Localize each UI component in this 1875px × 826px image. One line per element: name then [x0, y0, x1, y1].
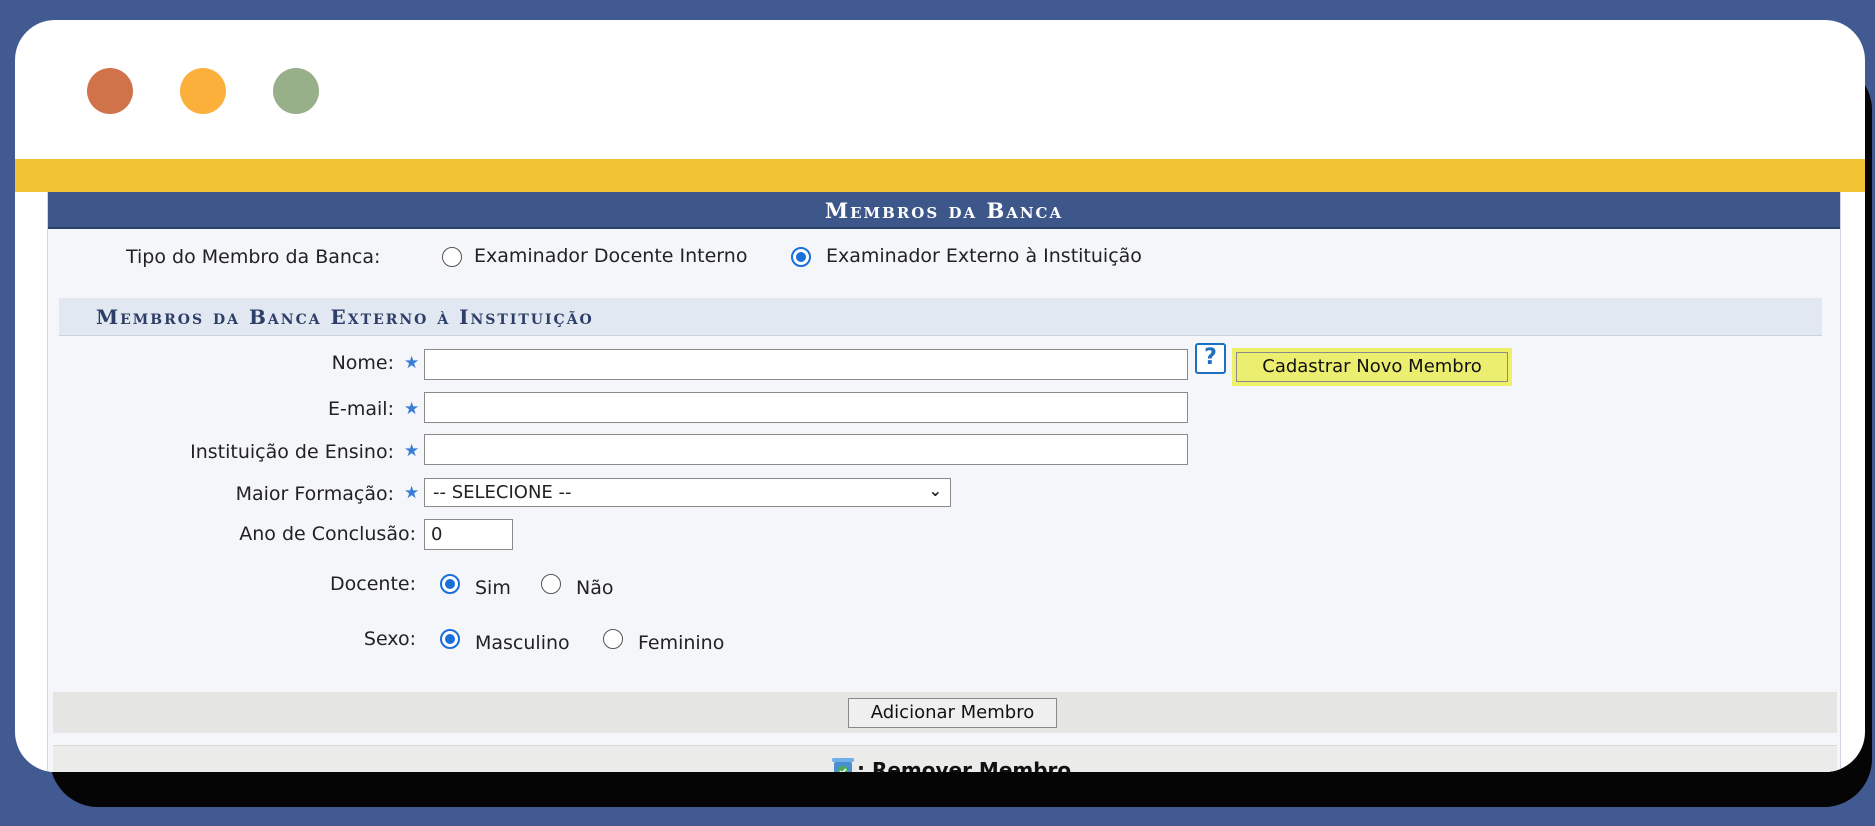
window-close-dot[interactable] — [87, 68, 133, 114]
radio-externo[interactable] — [791, 247, 811, 267]
window-maximize-dot[interactable] — [273, 68, 319, 114]
form-footer: Adicionar Membro — [53, 692, 1837, 733]
radio-docente-interno[interactable] — [442, 247, 462, 267]
membros-panel: Membros da Banca Tipo do Membro da Banca… — [47, 192, 1841, 772]
required-star-icon: ★ — [404, 399, 420, 419]
window-minimize-dot[interactable] — [180, 68, 226, 114]
email-input[interactable] — [424, 392, 1188, 423]
radio-sexo-masculino-label: Masculino — [475, 632, 570, 654]
radio-sexo-masculino[interactable] — [440, 629, 460, 649]
subsection-title: Membros da Banca Externo à Instituição — [96, 305, 594, 329]
radio-docente-nao-label: Não — [576, 577, 614, 599]
ano-conclusao-input[interactable] — [424, 519, 513, 550]
adicionar-membro-button[interactable]: Adicionar Membro — [848, 698, 1057, 728]
panel-title: Membros da Banca — [48, 192, 1840, 229]
cadastrar-novo-membro-button[interactable]: Cadastrar Novo Membro — [1236, 352, 1508, 382]
instituicao-input[interactable] — [424, 434, 1188, 465]
radio-sexo-feminino-label: Feminino — [638, 632, 725, 654]
radio-externo-label: Examinador Externo à Instituição — [826, 245, 1142, 267]
chevron-down-icon: ⌄ — [928, 481, 942, 500]
required-star-icon: ★ — [404, 441, 420, 461]
legend-bar: : Remover Membro — [53, 745, 1837, 772]
formacao-selected-value: -- SELECIONE -- — [433, 482, 572, 503]
radio-docente-sim[interactable] — [440, 574, 460, 594]
required-star-icon: ★ — [404, 483, 420, 503]
docente-label: Docente: — [330, 573, 416, 595]
help-icon[interactable]: ? — [1195, 343, 1226, 374]
instituicao-label: Instituição de Ensino: — [190, 441, 394, 463]
ano-conclusao-label: Ano de Conclusão: — [239, 523, 416, 545]
subsection-header: Membros da Banca Externo à Instituição — [59, 298, 1822, 336]
tipo-membro-label: Tipo do Membro da Banca: — [126, 246, 381, 268]
accent-bar — [15, 159, 1865, 192]
sexo-label: Sexo: — [363, 628, 416, 650]
radio-docente-sim-label: Sim — [475, 577, 511, 599]
radio-sexo-feminino[interactable] — [603, 629, 623, 649]
nome-label: Nome: — [331, 352, 394, 374]
nome-input[interactable] — [424, 349, 1188, 380]
required-star-icon: ★ — [404, 353, 420, 373]
trash-icon — [832, 758, 854, 772]
remover-membro-label: : Remover Membro — [857, 758, 1072, 772]
radio-docente-interno-label: Examinador Docente Interno — [474, 245, 748, 267]
tipo-membro-row: Tipo do Membro da Banca: Examinador Doce… — [48, 242, 1840, 272]
radio-docente-nao[interactable] — [541, 574, 561, 594]
formacao-select[interactable]: -- SELECIONE -- ⌄ — [424, 478, 951, 507]
email-label: E-mail: — [328, 398, 394, 420]
window-frame: Membros da Banca Tipo do Membro da Banca… — [15, 20, 1865, 772]
formacao-label: Maior Formação: — [235, 483, 394, 505]
